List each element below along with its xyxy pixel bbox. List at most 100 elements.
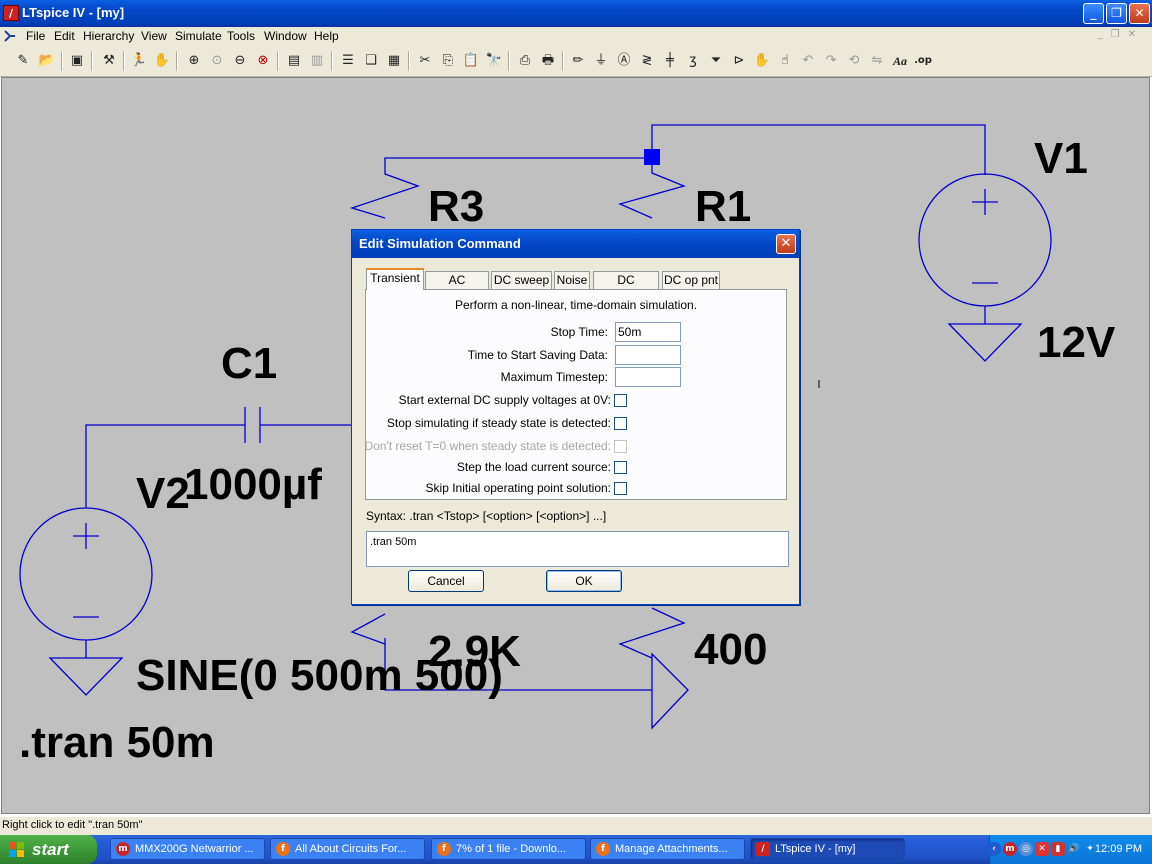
c1-label[interactable]: C1 — [221, 339, 277, 388]
halt-icon[interactable]: ✋ — [153, 52, 171, 70]
zoom-fit-icon[interactable]: ⊗ — [254, 52, 272, 70]
undo-icon[interactable]: ↶ — [799, 52, 817, 70]
start-saving-input[interactable] — [615, 345, 681, 365]
rotate-icon[interactable]: ⟲ — [845, 52, 863, 70]
start-button[interactable]: start — [0, 835, 97, 864]
edit-simulation-dialog: Edit Simulation Command ✕ Transient AC A… — [351, 229, 800, 605]
menu-hierarchy[interactable]: Hierarchy — [83, 29, 134, 43]
save-icon[interactable]: ▣ — [68, 52, 86, 70]
menu-edit[interactable]: Edit — [54, 29, 75, 43]
restore-button[interactable]: ❐ — [1106, 3, 1127, 24]
mdi-child-icon[interactable] — [3, 29, 17, 43]
cancel-button[interactable]: Cancel — [408, 570, 484, 592]
control-panel-icon[interactable]: ⚒ — [100, 52, 118, 70]
menu-simulate[interactable]: Simulate — [175, 29, 222, 43]
steady-state-checkbox[interactable] — [614, 417, 627, 430]
skip-op-checkbox[interactable] — [614, 482, 627, 495]
zoom-pan-icon[interactable]: ⊙ — [208, 52, 226, 70]
tile-vertical-icon[interactable]: ▦ — [385, 52, 403, 70]
syntax-text: Syntax: .tran <Tstop> [<option> [<option… — [366, 509, 607, 523]
redo-icon[interactable]: ↷ — [822, 52, 840, 70]
stop-time-label: Stop Time: — [550, 325, 608, 339]
firefox-icon: f — [276, 842, 290, 856]
menu-help[interactable]: Help — [314, 29, 339, 43]
diode-icon[interactable]: ⏷ — [707, 52, 725, 70]
component-icon[interactable]: ⊳ — [730, 52, 748, 70]
clock: 12:09 PM — [1094, 843, 1142, 855]
paste-icon[interactable]: 📋 — [462, 52, 480, 70]
minimize-button[interactable]: _ — [1083, 3, 1104, 24]
print-setup-icon[interactable]: ⎙ — [516, 52, 534, 70]
zoom-in-icon[interactable]: ⊕ — [185, 52, 203, 70]
autorange-icon[interactable]: ▤ — [285, 52, 303, 70]
task-netwarrior[interactable]: m MMX200G Netwarrior ... — [110, 838, 265, 860]
r1-label[interactable]: R1 — [695, 182, 751, 231]
c1-value-label[interactable]: 1000µf — [184, 460, 322, 509]
move-icon[interactable]: ✋ — [753, 52, 771, 70]
task-downloads[interactable]: f 7% of 1 file - Downlo... — [431, 838, 586, 860]
ground-icon[interactable]: ⏚ — [592, 52, 610, 70]
tray-expand-icon[interactable]: ‹ — [987, 842, 1001, 856]
ltspice-icon: / — [756, 842, 770, 856]
tray-app-icon[interactable]: ▮ — [1051, 842, 1065, 856]
inductor-icon[interactable]: ʒ — [684, 52, 702, 70]
panel-description: Perform a non-linear, time-domain simula… — [454, 298, 698, 312]
max-timestep-input[interactable] — [615, 367, 681, 387]
tab-dc-transfer[interactable]: DC Transfer — [593, 271, 659, 304]
tray-security-icon[interactable]: ✕ — [1035, 842, 1049, 856]
print-icon[interactable]: 🖶 — [539, 52, 557, 70]
label-net-icon[interactable]: Ⓐ — [615, 52, 633, 70]
v1-label[interactable]: V1 — [1034, 134, 1088, 183]
tran-directive[interactable]: .tran 50m — [19, 718, 215, 767]
task-all-about-circuits[interactable]: f All About Circuits For... — [270, 838, 425, 860]
v2-label[interactable]: V2 — [136, 469, 190, 518]
cascade-icon[interactable]: ❏ — [362, 52, 380, 70]
find-icon[interactable]: 🔭 — [485, 52, 503, 70]
new-schematic-icon[interactable]: ✎ — [14, 52, 32, 70]
draw-wire-icon[interactable]: ✏ — [569, 52, 587, 70]
tray-m-icon[interactable]: m — [1003, 842, 1017, 856]
command-text-box[interactable]: .tran 50m — [366, 531, 789, 567]
r1-value-label[interactable]: 400 — [694, 625, 767, 674]
tab-noise[interactable]: Noise — [554, 271, 590, 289]
mdi-window-controls[interactable]: _❐✕ — [1098, 29, 1144, 40]
resistor-icon[interactable]: ≷ — [638, 52, 656, 70]
step-load-checkbox[interactable] — [614, 461, 627, 474]
menu-bar: File Edit Hierarchy View Simulate Tools … — [0, 27, 1152, 47]
menu-tools[interactable]: Tools — [227, 29, 255, 43]
mirror-icon[interactable]: ⇋ — [868, 52, 886, 70]
ok-button[interactable]: OK — [546, 570, 622, 592]
tab-dc-op-pnt[interactable]: DC op pnt — [662, 271, 720, 289]
run-icon[interactable]: 🏃 — [130, 52, 148, 70]
spice-directive-icon[interactable]: .op — [914, 52, 932, 70]
ltspice-app-icon[interactable]: / — [3, 5, 19, 21]
menu-file[interactable]: File — [26, 29, 45, 43]
tab-ac-analysis[interactable]: AC Analysis — [425, 271, 489, 304]
zoom-out-icon[interactable]: ⊖ — [231, 52, 249, 70]
tray-network-icon[interactable]: ◎ — [1019, 842, 1033, 856]
start-label: start — [32, 840, 69, 859]
cut-icon[interactable]: ✂ — [416, 52, 434, 70]
text-icon[interactable]: Aa — [891, 52, 909, 70]
capacitor-icon[interactable]: ╪ — [661, 52, 679, 70]
menu-view[interactable]: View — [141, 29, 167, 43]
tile-horizontal-icon[interactable]: ☰ — [339, 52, 357, 70]
stop-time-input[interactable]: 50m — [615, 322, 681, 342]
tray-volume-icon[interactable]: 🔊 — [1067, 842, 1081, 856]
r3-label[interactable]: R3 — [428, 182, 484, 231]
menu-window[interactable]: Window — [264, 29, 307, 43]
task-label: LTspice IV - [my] — [775, 843, 856, 855]
delete-trace-icon[interactable]: ▥ — [308, 52, 326, 70]
start-dc-zero-checkbox[interactable] — [614, 394, 627, 407]
v2-value-label[interactable]: SINE(0 500m 500) — [136, 651, 503, 700]
task-manage-attachments[interactable]: f Manage Attachments... — [590, 838, 745, 860]
tab-dc-sweep[interactable]: DC sweep — [491, 271, 552, 289]
close-button[interactable]: ✕ — [1129, 3, 1150, 24]
v1-value-label[interactable]: 12V — [1037, 318, 1116, 367]
copy-icon[interactable]: ⎘ — [439, 52, 457, 70]
tab-transient[interactable]: Transient — [366, 268, 424, 290]
drag-icon[interactable]: ☝ — [776, 52, 794, 70]
open-icon[interactable]: 📂 — [38, 52, 56, 70]
dialog-close-button[interactable]: ✕ — [776, 234, 796, 254]
task-ltspice[interactable]: / LTspice IV - [my] — [750, 838, 905, 860]
